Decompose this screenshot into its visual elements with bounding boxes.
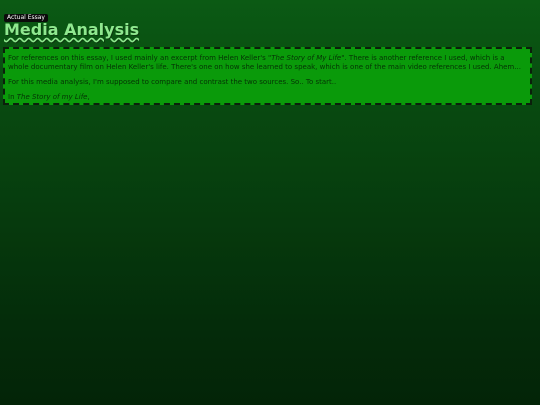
essay-paragraph-2: For this media analysis, I'm supposed to…: [8, 78, 337, 86]
essay-p1-text-a: For references on this essay, I used mai…: [8, 54, 272, 62]
essay-box: For references on this essay, I used mai…: [3, 47, 532, 105]
essay-p3-text-b: ,: [87, 93, 90, 101]
page-title: Media Analysis: [4, 20, 140, 39]
essay-paragraph-1: For references on this essay, I used mai…: [8, 54, 527, 72]
essay-p1-book-title: The Story of My Life: [271, 54, 342, 62]
essay-p3-text-a: In: [8, 93, 17, 101]
essay-p3-book-title: The Story of my Life: [16, 93, 88, 101]
essay-paragraph-3: In The Story of my Life,: [8, 93, 527, 102]
